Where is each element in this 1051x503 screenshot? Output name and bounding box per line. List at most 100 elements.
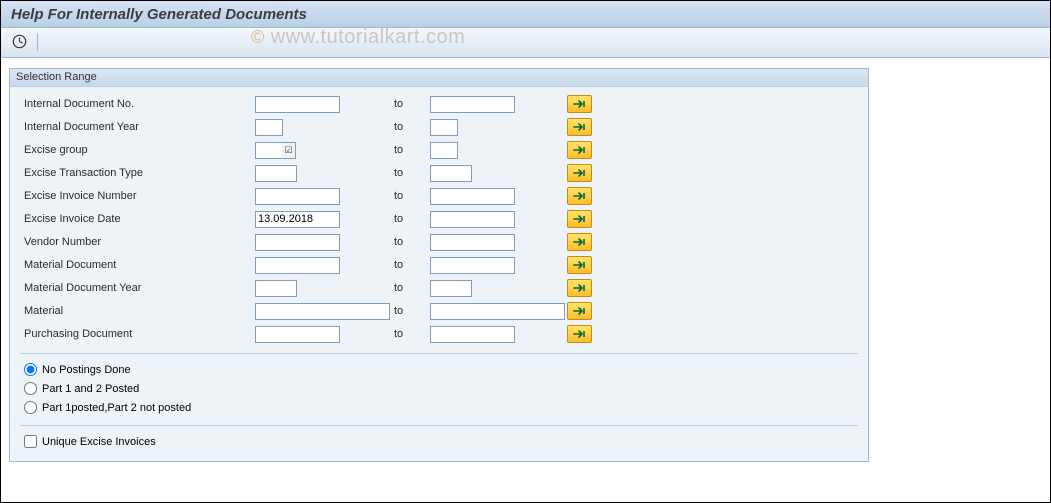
to-label: to — [390, 282, 430, 294]
material-doc-year-to-input[interactable] — [430, 280, 472, 297]
checkbox-label: Unique Excise Invoices — [42, 436, 156, 448]
multiple-selection-button[interactable] — [567, 95, 592, 113]
unique-excise-checkbox[interactable] — [24, 435, 37, 448]
purchasing-doc-to-input[interactable] — [430, 326, 515, 343]
group-title: Selection Range — [10, 69, 868, 87]
internal-doc-no-from-input[interactable] — [255, 96, 340, 113]
to-label: to — [390, 328, 430, 340]
to-label: to — [390, 144, 430, 156]
arrow-right-icon — [573, 99, 587, 109]
material-doc-row: Material Document to — [20, 254, 858, 276]
to-label: to — [390, 190, 430, 202]
excise-inv-date-label: Excise Invoice Date — [20, 213, 255, 225]
internal-doc-no-to-input[interactable] — [430, 96, 515, 113]
excise-txn-type-to-input[interactable] — [430, 165, 472, 182]
internal-doc-year-label: Internal Document Year — [20, 121, 255, 133]
group-body: Internal Document No.toInternal Document… — [10, 87, 868, 461]
vendor-no-to-input[interactable] — [430, 234, 515, 251]
excise-txn-type-from-input[interactable] — [255, 165, 297, 182]
internal-doc-year-from-input[interactable] — [255, 119, 283, 136]
to-label: to — [390, 236, 430, 248]
excise-txn-type-label: Excise Transaction Type — [20, 167, 255, 179]
arrow-right-icon — [573, 260, 587, 270]
radio-no-postings[interactable]: No Postings Done — [20, 360, 858, 379]
radio-no-postings-input[interactable] — [24, 363, 37, 376]
material-doc-year-label: Material Document Year — [20, 282, 255, 294]
arrow-right-icon — [573, 237, 587, 247]
to-label: to — [390, 121, 430, 133]
radio-label: Part 1 and 2 Posted — [42, 383, 139, 395]
excise-group-to-input[interactable] — [430, 142, 458, 159]
multiple-selection-button[interactable] — [567, 233, 592, 251]
excise-inv-no-label: Excise Invoice Number — [20, 190, 255, 202]
radio-part1-input[interactable] — [24, 401, 37, 414]
radio-label: No Postings Done — [42, 364, 131, 376]
clock-icon — [12, 34, 27, 49]
vendor-no-from-input[interactable] — [255, 234, 340, 251]
internal-doc-year-to-input[interactable] — [430, 119, 458, 136]
multiple-selection-button[interactable] — [567, 256, 592, 274]
material-row: Material to — [20, 300, 858, 322]
internal-doc-no-label: Internal Document No. — [20, 98, 255, 110]
selection-range-group: Selection Range Internal Document No.toI… — [9, 68, 869, 462]
arrow-right-icon — [573, 145, 587, 155]
material-to-input[interactable] — [430, 303, 565, 320]
internal-doc-year-row: Internal Document Year to — [20, 116, 858, 138]
vendor-no-row: Vendor Number to — [20, 231, 858, 253]
material-doc-from-input[interactable] — [255, 257, 340, 274]
radio-part-1-posted-part-2-not[interactable]: Part 1posted,Part 2 not posted — [20, 398, 858, 417]
excise-inv-no-to-input[interactable] — [430, 188, 515, 205]
f4-help-button[interactable]: ☑ — [282, 142, 296, 159]
material-doc-year-from-input[interactable] — [255, 280, 297, 297]
multiple-selection-button[interactable] — [567, 210, 592, 228]
material-doc-year-row: Material Document Year to — [20, 277, 858, 299]
arrow-right-icon — [573, 168, 587, 178]
purchasing-doc-label: Purchasing Document — [20, 328, 255, 340]
page-title: Help For Internally Generated Documents — [11, 6, 1040, 23]
multiple-selection-button[interactable] — [567, 187, 592, 205]
group-separator — [20, 425, 858, 426]
excise-group-label: Excise group — [20, 144, 255, 156]
multiple-selection-button[interactable] — [567, 164, 592, 182]
excise-group-from-input[interactable] — [255, 142, 283, 159]
arrow-right-icon — [573, 191, 587, 201]
multiple-selection-button[interactable] — [567, 118, 592, 136]
purchasing-doc-from-input[interactable] — [255, 326, 340, 343]
title-bar: Help For Internally Generated Documents — [1, 1, 1050, 28]
multiple-selection-button[interactable] — [567, 279, 592, 297]
to-label: to — [390, 305, 430, 317]
arrow-right-icon — [573, 214, 587, 224]
to-label: to — [390, 167, 430, 179]
material-from-input[interactable] — [255, 303, 390, 320]
excise-inv-no-from-input[interactable] — [255, 188, 340, 205]
excise-group-row: Excise group ☑ to — [20, 139, 858, 161]
arrow-right-icon — [573, 283, 587, 293]
radio-part-1-and-2-posted[interactable]: Part 1 and 2 Posted — [20, 379, 858, 398]
group-separator — [20, 353, 858, 354]
vendor-no-label: Vendor Number — [20, 236, 255, 248]
to-label: to — [390, 213, 430, 225]
radio-both-input[interactable] — [24, 382, 37, 395]
excise-inv-date-row: Excise Invoice Date to — [20, 208, 858, 230]
material-doc-to-input[interactable] — [430, 257, 515, 274]
excise-inv-no-row: Excise Invoice Number to — [20, 185, 858, 207]
excise-inv-date-from-input[interactable] — [255, 211, 340, 228]
purchasing-doc-row: Purchasing Document to — [20, 323, 858, 345]
arrow-right-icon — [573, 329, 587, 339]
internal-doc-no-row: Internal Document No. to — [20, 93, 858, 115]
to-label: to — [390, 98, 430, 110]
arrow-right-icon — [573, 306, 587, 316]
toolbar-divider — [37, 33, 38, 51]
multiple-selection-button[interactable] — [567, 141, 592, 159]
unique-excise-row[interactable]: Unique Excise Invoices — [20, 432, 858, 451]
multiple-selection-button[interactable] — [567, 302, 592, 320]
application-toolbar — [1, 28, 1050, 58]
excise-txn-type-row: Excise Transaction Type to — [20, 162, 858, 184]
to-label: to — [390, 259, 430, 271]
execute-button[interactable] — [9, 32, 29, 52]
material-doc-label: Material Document — [20, 259, 255, 271]
material-label: Material — [20, 305, 255, 317]
excise-inv-date-to-input[interactable] — [430, 211, 515, 228]
radio-label: Part 1posted,Part 2 not posted — [42, 402, 191, 414]
multiple-selection-button[interactable] — [567, 325, 592, 343]
